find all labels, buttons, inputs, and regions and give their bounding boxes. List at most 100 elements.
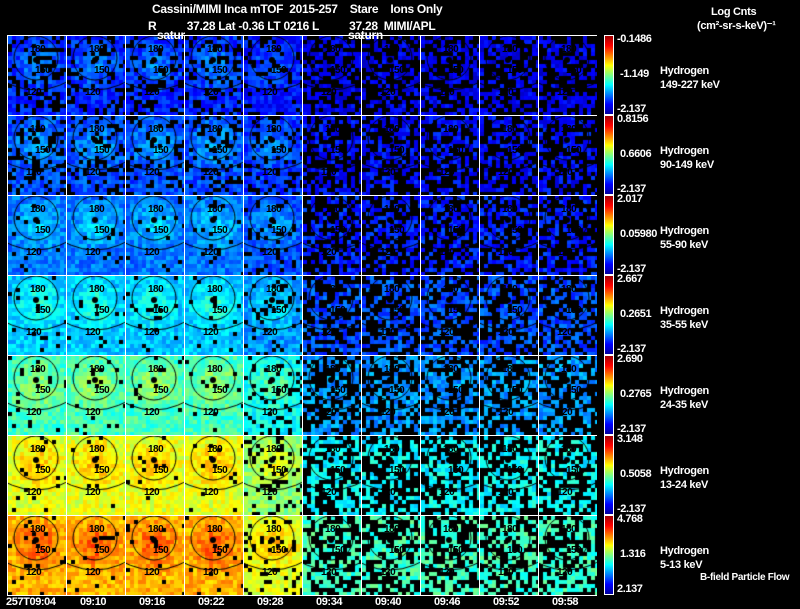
contour-label: 120 — [439, 567, 455, 578]
contour-label: 120 — [262, 327, 278, 338]
contour-label: 180 — [384, 204, 400, 215]
contour-label: 150 — [94, 305, 110, 316]
contour-label: 150 — [35, 305, 51, 316]
species-label: Hydrogen — [660, 545, 709, 557]
contour-label: 150 — [389, 465, 405, 476]
energy-range-label: 13-24 keV — [660, 479, 709, 491]
time-tick-label: 09:46 — [434, 596, 461, 608]
contour-label: 150 — [153, 305, 169, 316]
contour-label: 180 — [502, 44, 518, 55]
time-tick-label: 09:52 — [493, 596, 520, 608]
contour-label: 180 — [502, 124, 518, 135]
contour-label: 150 — [35, 545, 51, 556]
contour-label: 120 — [26, 567, 42, 578]
sky-map-panel: 180 150 120 — [184, 515, 243, 595]
contour-label: 120 — [85, 487, 101, 498]
sky-map-panel: 180 150 120 — [361, 195, 420, 275]
contour-label: 180 — [89, 524, 105, 535]
contour-label: 150 — [389, 145, 405, 156]
contour-label: 150 — [448, 305, 464, 316]
sky-map-panel: 180 150 120 — [184, 35, 243, 115]
contour-label: 180 — [325, 204, 341, 215]
contour-label: 150 — [153, 545, 169, 556]
contour-label: 150 — [94, 545, 110, 556]
sky-map-panel: 180 150 120 — [125, 195, 184, 275]
contour-label: 180 — [89, 124, 105, 135]
contour-label: 180 — [561, 444, 577, 455]
energy-channel-label: Hydrogen 149-227 keV — [660, 64, 720, 92]
contour-label: 150 — [330, 465, 346, 476]
contour-label: 120 — [439, 247, 455, 258]
contour-label: 180 — [384, 364, 400, 375]
contour-label: 180 — [148, 364, 164, 375]
sky-map-panel: 180 150 120 — [302, 35, 361, 115]
contour-label: 150 — [35, 65, 51, 76]
contour-label: 180 — [561, 284, 577, 295]
contour-label: 120 — [262, 407, 278, 418]
plot-title: Cassini/MIMI Inca mTOF 2015-257 Stare Io… — [152, 2, 443, 16]
contour-label: 120 — [439, 327, 455, 338]
contour-label: 120 — [203, 167, 219, 178]
energy-range-label: 5-13 keV — [660, 559, 703, 571]
contour-label: 150 — [566, 385, 582, 396]
contour-label: 120 — [321, 567, 337, 578]
sky-map-panel: 180 150 120 — [125, 515, 184, 595]
contour-label: 120 — [498, 567, 514, 578]
sky-map-panel: 180 150 120 — [538, 435, 597, 515]
contour-label: 180 — [384, 524, 400, 535]
contour-label: 180 — [443, 124, 459, 135]
species-label: Hydrogen — [660, 385, 709, 397]
contour-label: 120 — [203, 247, 219, 258]
contour-label: 120 — [203, 87, 219, 98]
energy-range-label: 55-90 keV — [660, 239, 709, 251]
contour-label: 120 — [26, 167, 42, 178]
sky-map-panel: 180 150 120 — [66, 115, 125, 195]
contour-label: 120 — [85, 407, 101, 418]
contour-label: 180 — [89, 444, 105, 455]
contour-label: 150 — [566, 225, 582, 236]
contour-label: 120 — [85, 167, 101, 178]
contour-label: 180 — [30, 124, 46, 135]
contour-label: 150 — [507, 545, 523, 556]
sky-map-panel: 180 150 120 — [538, 275, 597, 355]
contour-label: 120 — [557, 567, 573, 578]
contour-label: 120 — [26, 487, 42, 498]
contour-label: 180 — [89, 364, 105, 375]
energy-channel-label: Hydrogen 55-90 keV — [660, 224, 709, 252]
contour-label: 120 — [26, 407, 42, 418]
sky-map-panel: 180 150 120 — [479, 515, 538, 595]
sky-map-panel: 180 150 120 — [184, 195, 243, 275]
contour-label: 120 — [203, 487, 219, 498]
contour-label: 150 — [330, 305, 346, 316]
colorbar-mid-label: 0.5058 — [620, 468, 652, 480]
contour-label: 180 — [443, 444, 459, 455]
contour-label: 120 — [439, 407, 455, 418]
colorbar-min-label: 2.137 — [617, 583, 643, 595]
contour-label: 150 — [94, 225, 110, 236]
sky-map-panel: 180 150 120 — [125, 115, 184, 195]
colorbar — [604, 275, 614, 355]
contour-label: 180 — [30, 444, 46, 455]
colorbar — [604, 355, 614, 435]
contour-label: 150 — [212, 225, 228, 236]
contour-label: 120 — [439, 87, 455, 98]
contour-label: 120 — [85, 87, 101, 98]
contour-label: 180 — [325, 444, 341, 455]
contour-label: 150 — [507, 145, 523, 156]
contour-label: 180 — [266, 124, 282, 135]
contour-label: 120 — [321, 407, 337, 418]
contour-label: 180 — [207, 524, 223, 535]
contour-label: 150 — [389, 65, 405, 76]
contour-label: 120 — [144, 567, 160, 578]
species-label: Hydrogen — [660, 465, 709, 477]
sky-map-panel: 180 150 120 — [479, 115, 538, 195]
contour-label: 150 — [330, 225, 346, 236]
sky-map-panel: 180 150 120 — [538, 35, 597, 115]
sky-map-panel: 180 150 120 — [66, 515, 125, 595]
contour-label: 180 — [325, 524, 341, 535]
sky-map-panel: 180 150 120 — [302, 515, 361, 595]
contour-label: 180 — [207, 124, 223, 135]
contour-label: 180 — [443, 364, 459, 375]
colorbar-mid-label: 0.2651 — [620, 308, 652, 320]
sky-map-panel: 180 150 120 — [184, 275, 243, 355]
